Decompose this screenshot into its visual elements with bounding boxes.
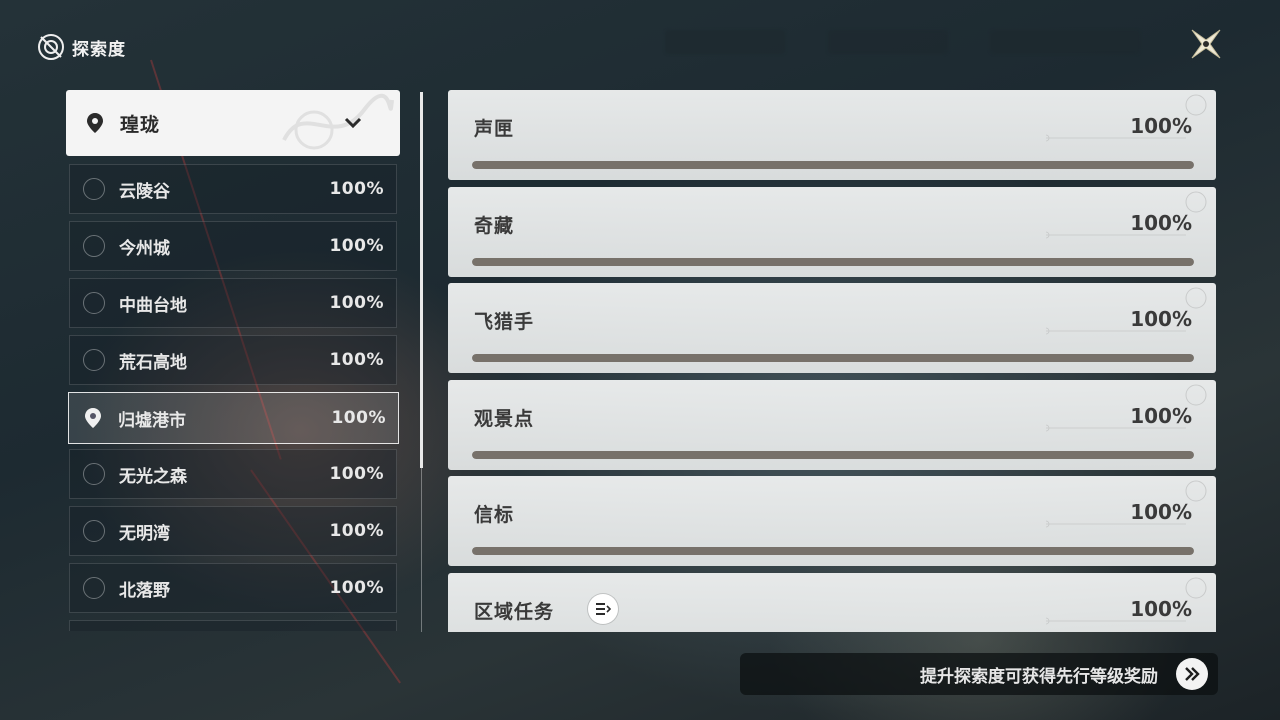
progress-bar	[472, 161, 1194, 169]
progress-fill	[472, 451, 1194, 459]
area-name: 云陵谷	[119, 181, 170, 202]
list-icon	[596, 603, 611, 615]
category-card: 奇藏 100%	[448, 187, 1216, 277]
area-name: 北落野	[119, 580, 170, 601]
location-pin-icon	[87, 113, 103, 133]
scrollbar-thumb[interactable]	[420, 92, 423, 468]
category-percent: 100%	[1130, 597, 1192, 621]
progress-bar	[472, 354, 1194, 362]
area-percent: 100%	[331, 408, 386, 428]
radio-icon	[83, 178, 105, 200]
area-percent: 100%	[329, 521, 384, 541]
area-item[interactable]: 无明湾 100%	[69, 506, 397, 556]
category-card: 飞猎手 100%	[448, 283, 1216, 373]
area-item[interactable]: 北落野 100%	[69, 563, 397, 613]
area-name: 无明湾	[119, 523, 170, 544]
radio-icon	[83, 463, 105, 485]
exploration-icon	[38, 34, 64, 60]
category-card: 观景点 100%	[448, 380, 1216, 470]
area-percent: 100%	[329, 350, 384, 370]
area-name: 归墟港市	[118, 410, 186, 431]
map-hud-chip	[665, 30, 785, 54]
category-list: 声匣 100% 奇藏 100% 飞猎手 100% 观景点 100% 信标 100…	[448, 90, 1216, 632]
category-card: 信标 100%	[448, 476, 1216, 566]
close-icon[interactable]	[1186, 24, 1226, 64]
quest-list-button[interactable]	[588, 594, 618, 624]
double-chevron-right-icon	[1185, 667, 1200, 681]
area-percent: 100%	[329, 236, 384, 256]
dragon-ornament-icon	[282, 93, 394, 150]
category-card: 区域任务 100%	[448, 573, 1216, 632]
area-name: 无光之森	[119, 466, 187, 487]
area-percent: 100%	[329, 578, 384, 598]
category-name: 飞猎手	[474, 311, 535, 333]
chevron-down-icon	[344, 117, 362, 129]
category-card: 声匣 100%	[448, 90, 1216, 180]
reward-banner-button[interactable]: 提升探索度可获得先行等级奖励	[740, 653, 1218, 695]
area-item[interactable]: 云陵谷 100%	[69, 164, 397, 214]
map-hud-chip	[990, 30, 1140, 54]
radio-icon	[83, 577, 105, 599]
progress-bar	[472, 547, 1194, 555]
reward-banner-text: 提升探索度可获得先行等级奖励	[920, 666, 1158, 687]
area-item-partial[interactable]	[69, 620, 397, 631]
area-percent: 100%	[329, 293, 384, 313]
area-name: 中曲台地	[119, 295, 187, 316]
category-name: 奇藏	[474, 215, 515, 237]
progress-fill	[472, 258, 1194, 266]
category-name: 观景点	[474, 408, 535, 430]
area-item[interactable]: 荒石高地 100%	[69, 335, 397, 385]
region-name: 瑝珑	[120, 113, 161, 136]
area-name: 今州城	[119, 238, 170, 259]
progress-bar	[472, 258, 1194, 266]
area-item[interactable]: 中曲台地 100%	[69, 278, 397, 328]
progress-fill	[472, 547, 1194, 555]
forward-button[interactable]	[1176, 658, 1208, 690]
location-pin-icon	[85, 408, 101, 428]
area-item[interactable]: 无光之森 100%	[69, 449, 397, 499]
area-item[interactable]: 今州城 100%	[69, 221, 397, 271]
area-item-selected[interactable]: 归墟港市 100%	[68, 392, 399, 444]
category-name: 信标	[474, 504, 515, 526]
radio-icon	[83, 292, 105, 314]
category-name: 声匣	[474, 118, 515, 140]
radio-icon	[83, 235, 105, 257]
progress-fill	[472, 161, 1194, 169]
area-percent: 100%	[329, 464, 384, 484]
area-list: 云陵谷 100% 今州城 100% 中曲台地 100% 荒石高地 100% 归墟…	[68, 164, 400, 631]
area-percent: 100%	[329, 179, 384, 199]
category-percent: 100%	[1130, 500, 1192, 524]
category-percent: 100%	[1130, 404, 1192, 428]
progress-bar	[472, 451, 1194, 459]
category-name: 区域任务	[474, 601, 555, 623]
area-name: 荒石高地	[119, 352, 187, 373]
category-percent: 100%	[1130, 114, 1192, 138]
category-percent: 100%	[1130, 211, 1192, 235]
radio-icon	[83, 349, 105, 371]
region-dropdown[interactable]: 瑝珑	[66, 90, 400, 156]
page-title: 探索度	[72, 39, 126, 60]
category-percent: 100%	[1130, 307, 1192, 331]
page-header: 探索度	[36, 32, 126, 62]
progress-fill	[472, 354, 1194, 362]
radio-icon	[83, 520, 105, 542]
map-hud-chip	[828, 30, 948, 54]
